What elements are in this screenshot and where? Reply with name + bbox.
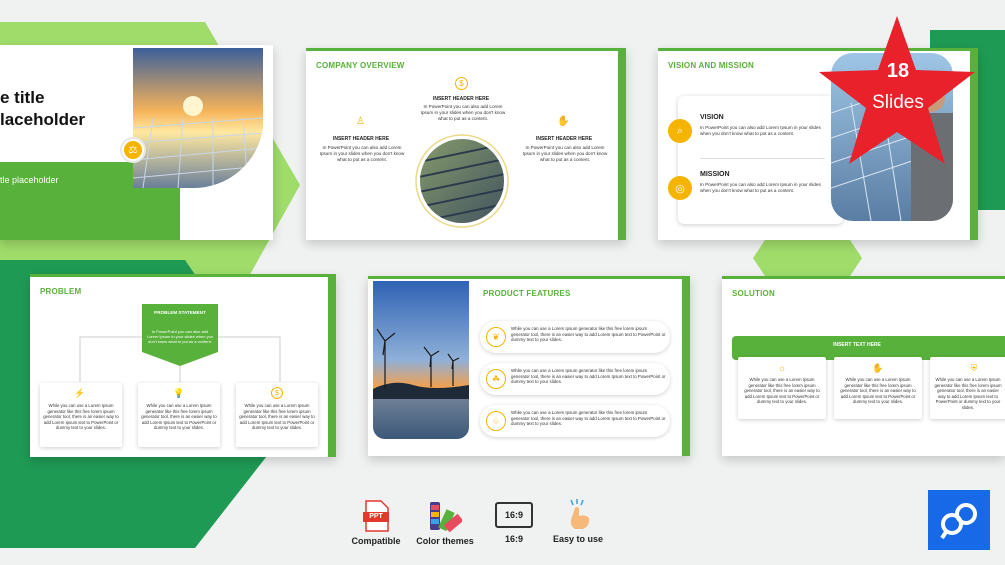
ppt-badge-text: PPT bbox=[369, 513, 383, 520]
pointing-hand-icon bbox=[570, 499, 590, 529]
slide-title: COMPANY OVERVIEW bbox=[316, 61, 405, 70]
slide-right-green-bar bbox=[682, 279, 690, 456]
binoculars-icon: ⌕ bbox=[668, 119, 692, 143]
title-line-2: laceholder bbox=[0, 110, 86, 129]
hand-coin-icon: ✋ bbox=[557, 116, 570, 127]
slide-title: VISION AND MISSION bbox=[668, 61, 754, 70]
solution-card-text: While you can use a Lorem Ipsum generato… bbox=[934, 377, 1002, 410]
badge-count: 18 bbox=[886, 60, 910, 82]
solution-card-text: While you can use a Lorem Ipsum generato… bbox=[744, 377, 820, 404]
slide-problem-thumbnail[interactable]: PROBLEM PROBLEM STATEMENT In PowerPoint … bbox=[30, 274, 336, 457]
color-palette-icon bbox=[430, 502, 462, 532]
aspect-ratio-label: 16:9 bbox=[504, 534, 523, 544]
dollar-icon: $ bbox=[455, 77, 468, 90]
vision-text: In PowerPoint you can also add Lorem Ips… bbox=[700, 125, 821, 136]
worker-icon: ♙ bbox=[356, 116, 365, 127]
feature-easy-to-use: Easy to use bbox=[552, 498, 604, 544]
color-themes-label: Color themes bbox=[416, 536, 474, 546]
solution-card-text: While you can use a Lorem Ipsum generato… bbox=[840, 377, 916, 404]
left-text: In PowerPoint you can also add Lorem Ips… bbox=[319, 145, 405, 162]
feature-color-themes: Color themes bbox=[415, 500, 475, 546]
coin-icon: $ bbox=[271, 387, 283, 399]
hand-leaf-icon: ✋ bbox=[872, 362, 884, 373]
title-text: e title laceholder bbox=[0, 87, 85, 131]
aspect-ratio-icon: 16:9 bbox=[495, 502, 533, 528]
slide-solution-thumbnail[interactable]: SOLUTION INSERT TEXT HERE ☼ While you ca… bbox=[722, 276, 1005, 456]
subtitle-text: tle placeholder bbox=[0, 175, 59, 185]
slide-title-thumbnail[interactable]: e title laceholder tle placeholder ⚖ bbox=[0, 45, 273, 240]
left-header: INSERT HEADER HERE bbox=[332, 136, 390, 142]
slide-title: PRODUCT FEATURES bbox=[483, 289, 571, 298]
problem-card-text: While you can use a Lorem Ipsum generato… bbox=[239, 403, 315, 430]
feature-ppt-compatible: PPT Compatible bbox=[350, 500, 402, 546]
slide-right-green-bar bbox=[618, 51, 626, 240]
solar-panel-photo bbox=[133, 48, 263, 188]
title-line-1: e title bbox=[0, 88, 45, 107]
slide-title: SOLUTION bbox=[732, 289, 775, 298]
problem-card-text: While you can use a Lorem Ipsum generato… bbox=[141, 403, 217, 430]
balance-scale-icon: ⚖ bbox=[120, 137, 146, 163]
solar-farm-circle-photo bbox=[415, 134, 509, 228]
mission-header: MISSION bbox=[700, 171, 730, 178]
slide-company-overview-thumbnail[interactable]: COMPANY OVERVIEW $ INSERT HEADER HERE In… bbox=[306, 48, 626, 240]
power-tower-icon: ⚡ bbox=[74, 387, 86, 398]
wind-turbines-photo bbox=[373, 281, 469, 439]
vision-header: VISION bbox=[700, 114, 724, 121]
light-green-hexagon-mid bbox=[753, 240, 862, 276]
lightbulb-icon: 💡 bbox=[173, 387, 185, 398]
hand-plant-icon: ♧ bbox=[486, 411, 506, 431]
center-header: INSERT HEADER HERE bbox=[432, 96, 490, 102]
feature-text: While you can use a Lorem Ipsum generato… bbox=[511, 410, 666, 427]
divider bbox=[700, 158, 825, 159]
center-text: In PowerPoint you can also add Lorem Ips… bbox=[420, 104, 506, 121]
right-header: INSERT HEADER HERE bbox=[535, 136, 593, 142]
mission-text: In PowerPoint you can also add Lorem Ips… bbox=[700, 182, 821, 193]
feature-text: While you can use a Lorem Ipsum generato… bbox=[511, 368, 666, 385]
infinity-logo-icon bbox=[940, 503, 977, 540]
ppt-compatible-label: Compatible bbox=[351, 536, 401, 546]
sun-hand-icon: ☼ bbox=[777, 363, 787, 373]
shield-leaf-icon: ⛨ bbox=[970, 362, 978, 373]
badge-label: Slides bbox=[872, 92, 924, 113]
sprout-icon: ❦ bbox=[486, 327, 506, 347]
solution-banner-text: INSERT TEXT HERE bbox=[833, 342, 881, 348]
target-icon: ◎ bbox=[668, 176, 692, 200]
easy-to-use-label: Easy to use bbox=[552, 534, 604, 544]
right-text: In PowerPoint you can also add Lorem Ips… bbox=[522, 145, 608, 162]
feature-text: While you can use a Lorem Ipsum generato… bbox=[511, 326, 666, 343]
slide-product-features-thumbnail[interactable]: PRODUCT FEATURES ❦ While you can use a L… bbox=[368, 276, 690, 456]
feature-aspect-ratio: 16:9 16:9 bbox=[492, 502, 536, 544]
brand-logo bbox=[928, 490, 990, 550]
problem-card-text: While you can use a Lorem Ipsum generato… bbox=[43, 403, 119, 430]
leaf-bulb-icon: ☘ bbox=[486, 369, 506, 389]
